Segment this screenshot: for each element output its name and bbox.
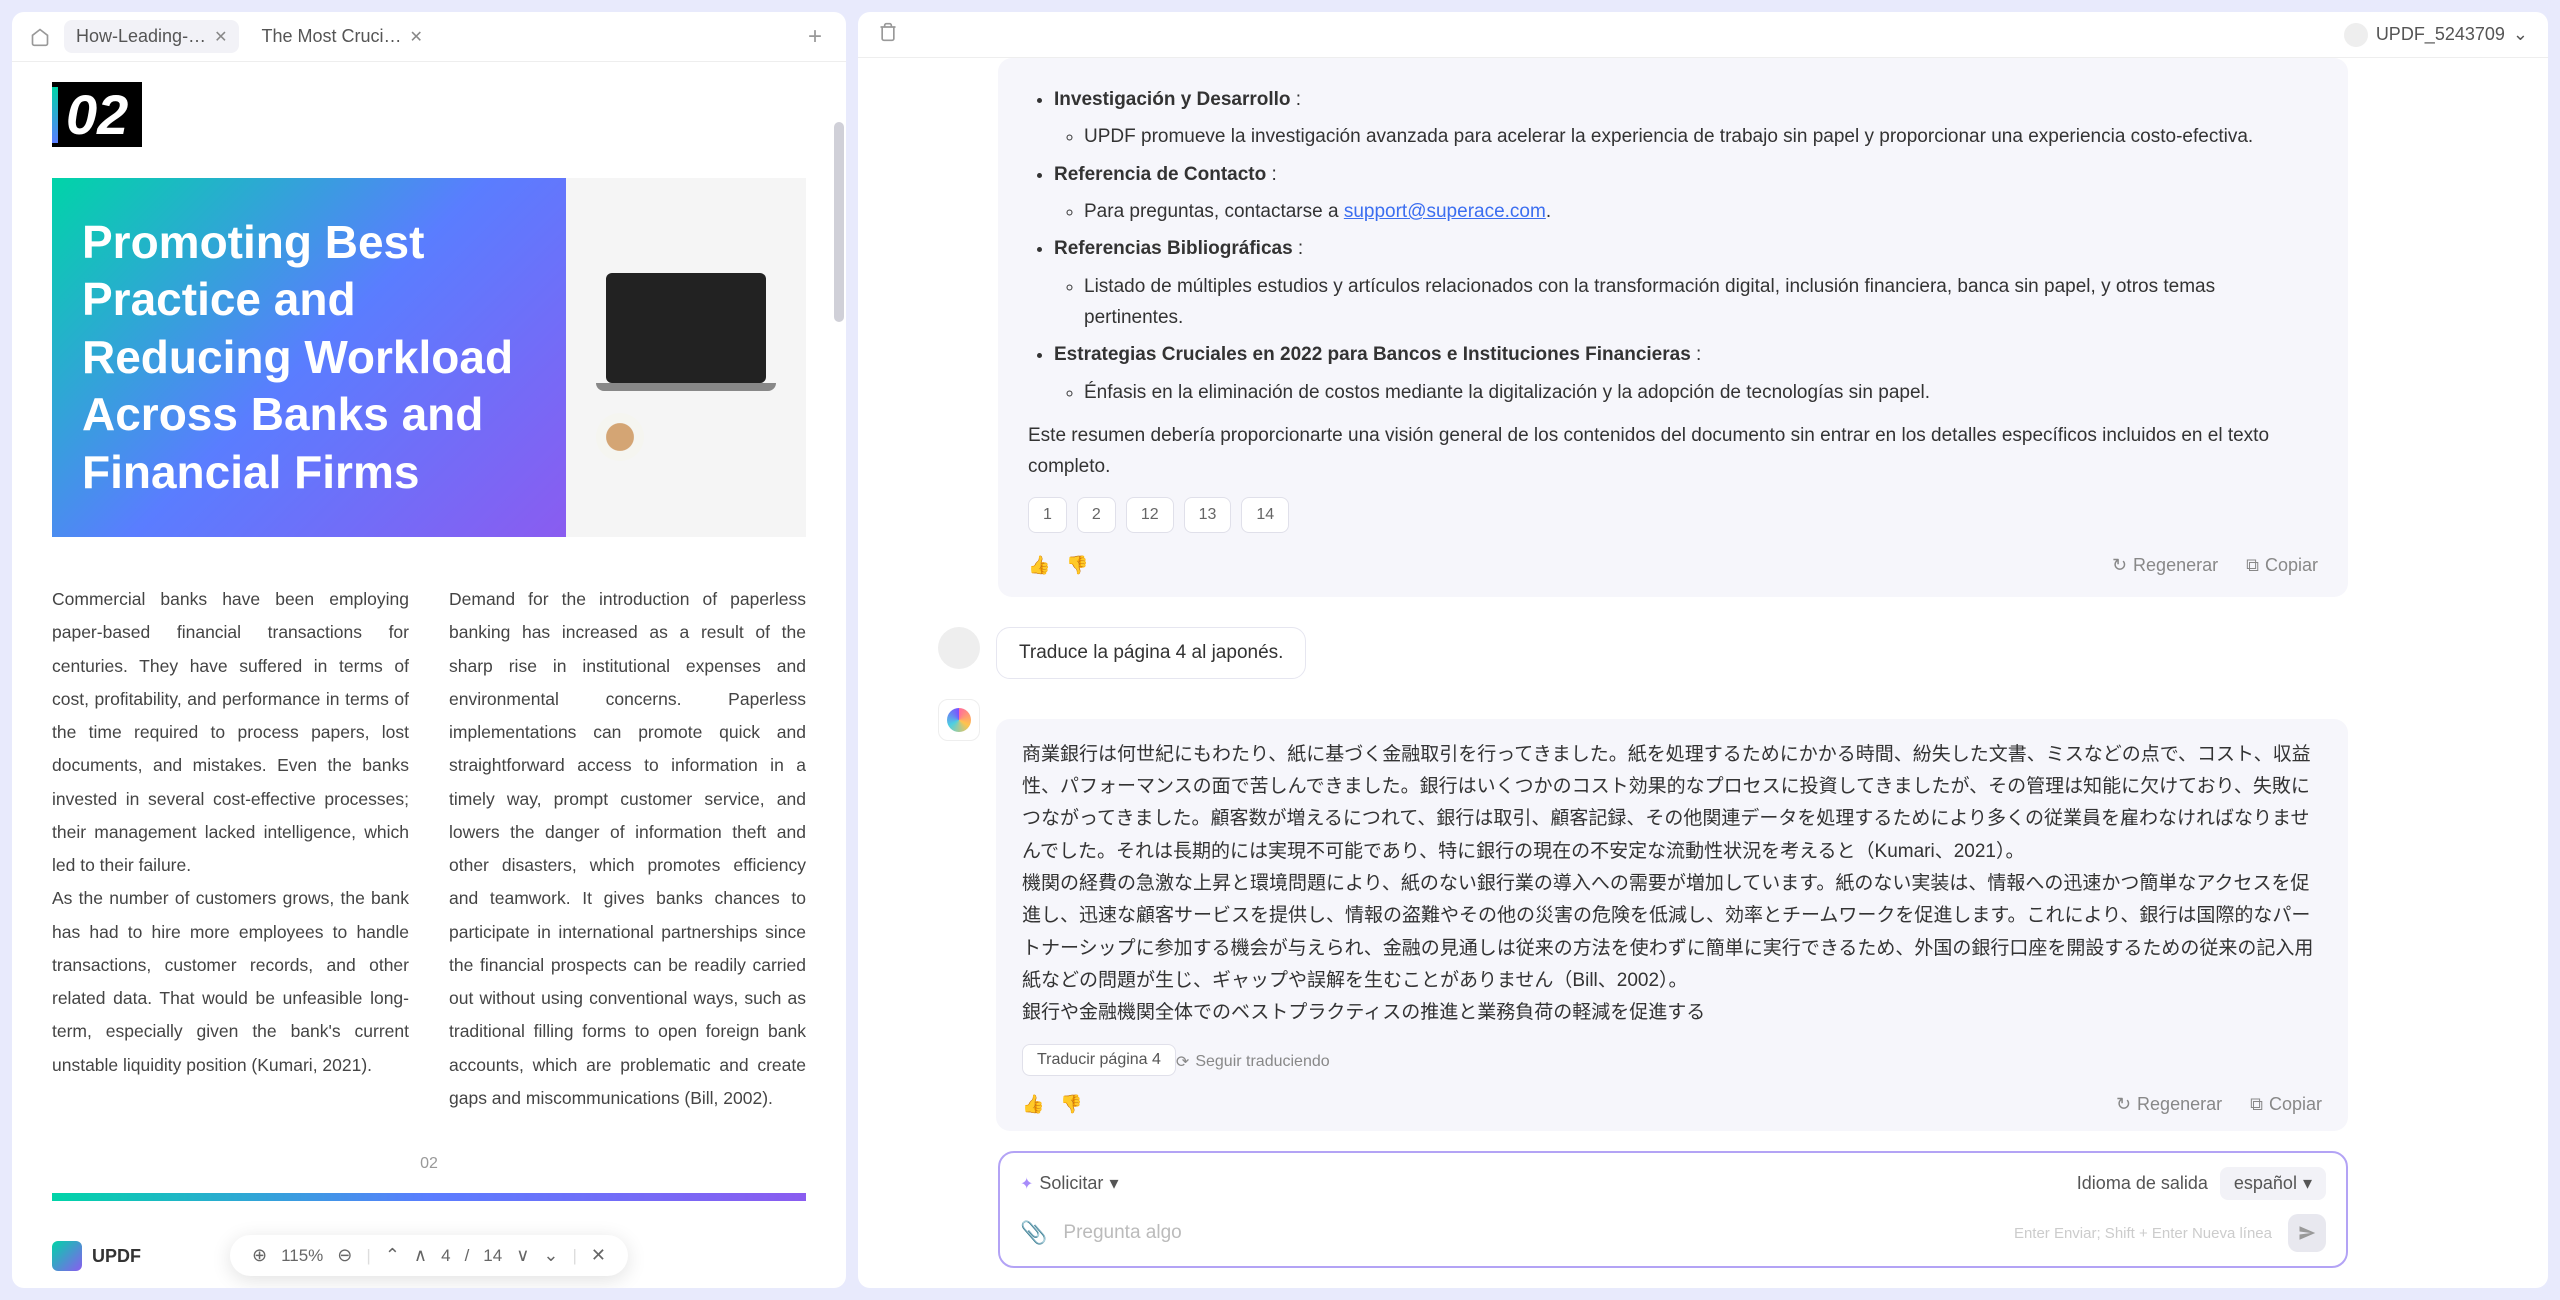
translate-page-chip[interactable]: Traducir página 4 [1022,1044,1176,1076]
message-actions: 👍 👎 ↻Regenerar ⧉Copiar [1022,1094,2322,1115]
avatar-icon [2344,23,2368,47]
hero-section: Promoting Best Practice and Reducing Wor… [52,178,806,538]
chat-input-bar: ✦ Solicitar ▾ Idioma de salida español ▾… [998,1151,2348,1268]
refresh-icon: ↻ [2116,1094,2131,1115]
page-chips: 1 2 12 13 14 [1028,497,2318,533]
last-page-button[interactable]: ⌄ [543,1245,558,1266]
tabs-bar: How-Leading-… ✕ The Most Cruci… ✕ + [12,12,846,62]
copy-button[interactable]: ⧉Copiar [2250,1094,2322,1115]
close-toolbar-button[interactable]: ✕ [591,1245,606,1266]
chat-scroll[interactable]: Investigación y Desarrollo : UPDF promue… [858,58,2548,1131]
output-lang-selector[interactable]: español ▾ [2220,1167,2326,1200]
divider-bar [52,1193,806,1201]
user-menu[interactable]: UPDF_5243709 ⌄ [2344,23,2528,47]
column-2: Demand for the introduction of paperless… [449,583,806,1115]
prev-page-button[interactable]: ∧ [414,1245,427,1266]
user-message-row: Traduce la página 4 al japonés. [938,627,2348,679]
tab-1[interactable]: How-Leading-… ✕ [64,20,239,53]
next-page-button[interactable]: ∨ [516,1245,529,1266]
chat-panel: UPDF_5243709 ⌄ Investigación y Desarroll… [858,12,2548,1288]
zoom-level: 115% [281,1246,323,1266]
add-tab-button[interactable]: + [798,23,832,51]
page-chip[interactable]: 13 [1184,497,1232,533]
tab-label: How-Leading-… [76,26,206,47]
chat-input[interactable] [1063,1222,1998,1244]
scrollbar-thumb[interactable] [834,122,844,322]
tab-2[interactable]: The Most Cruci… ✕ [249,20,434,53]
copy-button[interactable]: ⧉Copiar [2246,551,2318,581]
current-page[interactable]: 4 [441,1246,450,1266]
send-button[interactable] [2288,1214,2326,1252]
document-viewer[interactable]: 02 Promoting Best Practice and Reducing … [12,62,846,1288]
ai-message-jp: 商業銀行は何世紀にもわたり、紙に基づく金融取引を行ってきました。紙を処理するため… [996,719,2348,1131]
page-number: 02 [52,1155,806,1173]
output-lang-label: Idioma de salida [2077,1173,2208,1194]
tab-label: The Most Cruci… [261,26,401,47]
home-button[interactable] [26,23,54,51]
chevron-down-icon: ▾ [2303,1173,2312,1194]
jp-translation: 商業銀行は何世紀にもわたり、紙に基づく金融取引を行ってきました。紙を処理するため… [1022,739,2322,1030]
coffee-icon [596,413,644,461]
arrow-icon: ⟳ [1176,1052,1189,1072]
zoom-out-button[interactable]: ⊖ [337,1245,352,1266]
first-page-button[interactable]: ⌃ [385,1245,400,1266]
close-icon[interactable]: ✕ [214,27,227,47]
user-name: UPDF_5243709 [2376,24,2505,45]
thumbs-down-button[interactable]: 👎 [1060,1094,1082,1115]
thumbs-down-button[interactable]: 👎 [1066,551,1088,581]
updf-logo-icon [52,1241,82,1271]
user-message: Traduce la página 4 al japonés. [996,627,1306,679]
input-hint: Enter Enviar; Shift + Enter Nueva línea [2014,1225,2272,1242]
hero-title: Promoting Best Practice and Reducing Wor… [52,178,566,538]
close-icon[interactable]: ✕ [410,27,423,47]
ai-avatar-icon [938,699,980,741]
brand-text: UPDF [92,1246,141,1267]
regenerate-button[interactable]: ↻Regenerar [2112,551,2218,581]
copy-icon: ⧉ [2246,551,2259,581]
regenerate-button[interactable]: ↻Regenerar [2116,1094,2222,1115]
page-chip[interactable]: 12 [1126,497,1174,533]
support-email-link[interactable]: support@superace.com [1344,201,1546,222]
page-chip[interactable]: 2 [1077,497,1116,533]
page-chip[interactable]: 1 [1028,497,1067,533]
total-pages: 14 [483,1246,502,1266]
sparkle-icon: ✦ [1020,1174,1033,1194]
laptop-icon [606,273,766,383]
zoom-toolbar: ⊕ 115% ⊖ | ⌃ ∧ 4 / 14 ∨ ⌄ | ✕ [230,1235,628,1276]
body-columns: Commercial banks have been employing pap… [52,583,806,1115]
pdf-panel: How-Leading-… ✕ The Most Cruci… ✕ + 02 P… [12,12,846,1288]
message-actions: 👍 👎 ↻Regenerar ⧉Copiar [1028,551,2318,581]
refresh-icon: ↻ [2112,551,2127,581]
mode-selector[interactable]: ✦ Solicitar ▾ [1020,1173,1118,1194]
chevron-down-icon: ▾ [1109,1173,1118,1194]
copy-icon: ⧉ [2250,1094,2263,1115]
attach-button[interactable]: 📎 [1020,1220,1047,1246]
user-avatar-icon [938,627,980,669]
ai-message-row: 商業銀行は何世紀にもわたり、紙に基づく金融取引を行ってきました。紙を処理するため… [938,699,2348,1131]
thumbs-up-button[interactable]: 👍 [1028,551,1050,581]
page-content: 02 Promoting Best Practice and Reducing … [52,82,806,1288]
chevron-down-icon: ⌄ [2513,24,2528,45]
hero-image [566,178,806,538]
thumbs-up-button[interactable]: 👍 [1022,1094,1044,1115]
trash-icon[interactable] [878,22,898,47]
continue-translating-button[interactable]: ⟳Seguir traduciendo [1176,1052,1330,1072]
ai-message: Investigación y Desarrollo : UPDF promue… [998,58,2348,597]
column-1: Commercial banks have been employing pap… [52,583,409,1115]
chat-header: UPDF_5243709 ⌄ [858,12,2548,58]
zoom-in-button[interactable]: ⊕ [252,1245,267,1266]
page-chip[interactable]: 14 [1241,497,1289,533]
page-badge: 02 [52,82,142,147]
